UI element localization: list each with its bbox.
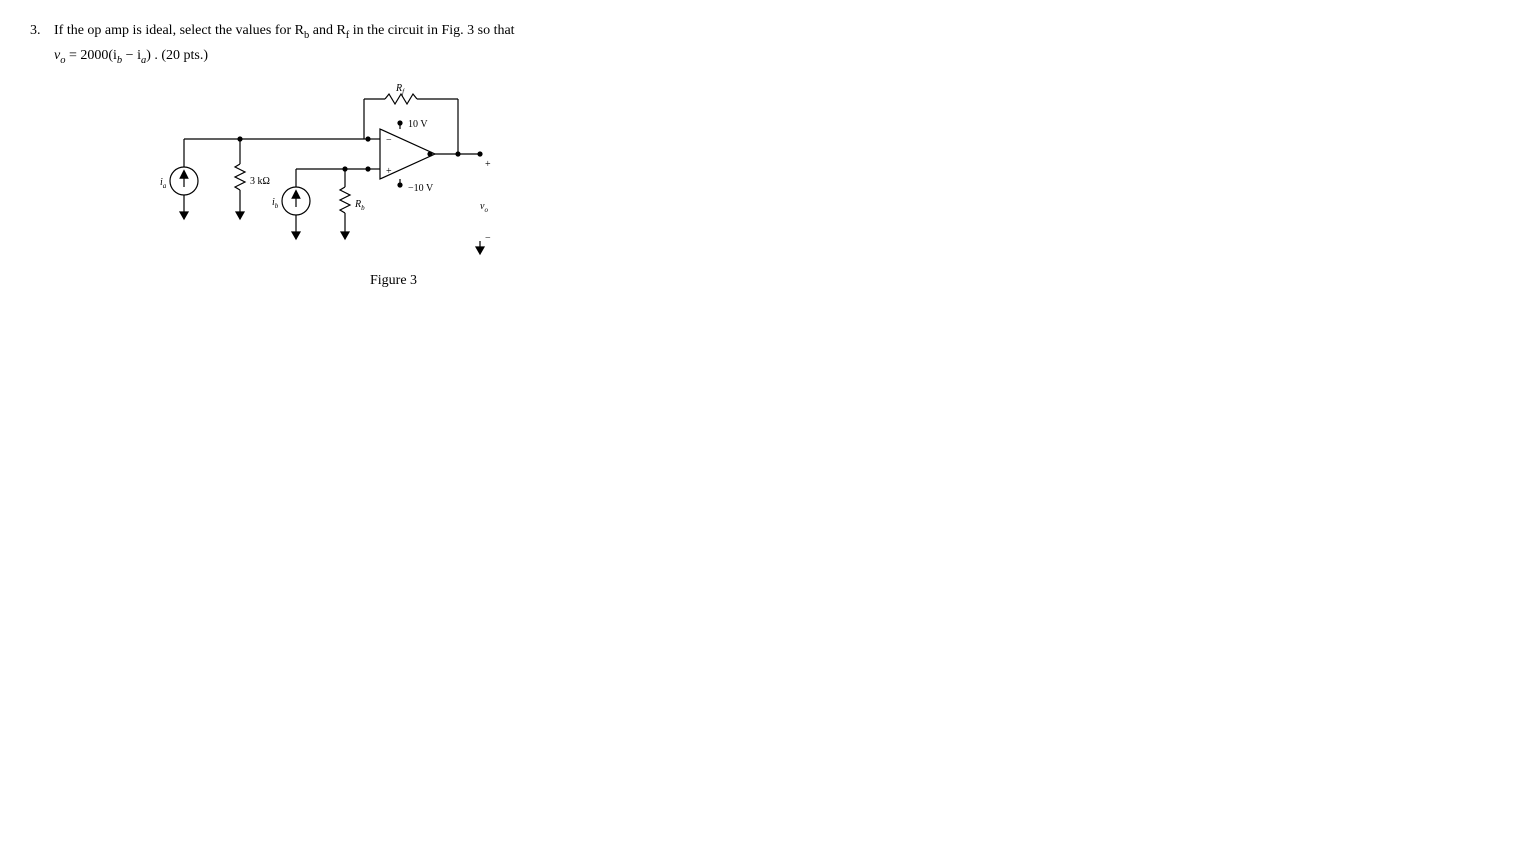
line1-c: in the circuit in Fig. 3 so that [349,23,514,38]
circuit-svg: − + 10 V −10 V [150,79,530,269]
line1-a: If the op amp is ideal, select the value… [54,23,304,38]
circuit-figure: − + 10 V −10 V [150,79,790,269]
figure-caption: Figure 3 [370,273,790,289]
svg-text:+: + [485,159,491,170]
svg-text:−10 V: −10 V [408,183,434,194]
svg-text:ib: ib [272,197,279,210]
svg-text:3 kΩ: 3 kΩ [250,176,270,187]
svg-text:Rb: Rb [354,199,365,212]
svg-text:−: − [485,233,491,244]
svg-text:+: + [386,166,392,177]
paren: ) . (20 pts.) [146,48,208,63]
svg-text:10 V: 10 V [408,119,428,130]
eq: = 2000(i [65,48,116,63]
svg-text:−: − [386,135,392,146]
line1-b: and R [309,23,346,38]
problem-number: 3. [30,20,54,69]
minus: − i [122,48,141,63]
svg-text:Rf: Rf [395,83,405,96]
svg-text:ia: ia [160,177,167,190]
svg-text:vo: vo [480,201,488,214]
problem-statement: If the op amp is ideal, select the value… [54,20,790,69]
